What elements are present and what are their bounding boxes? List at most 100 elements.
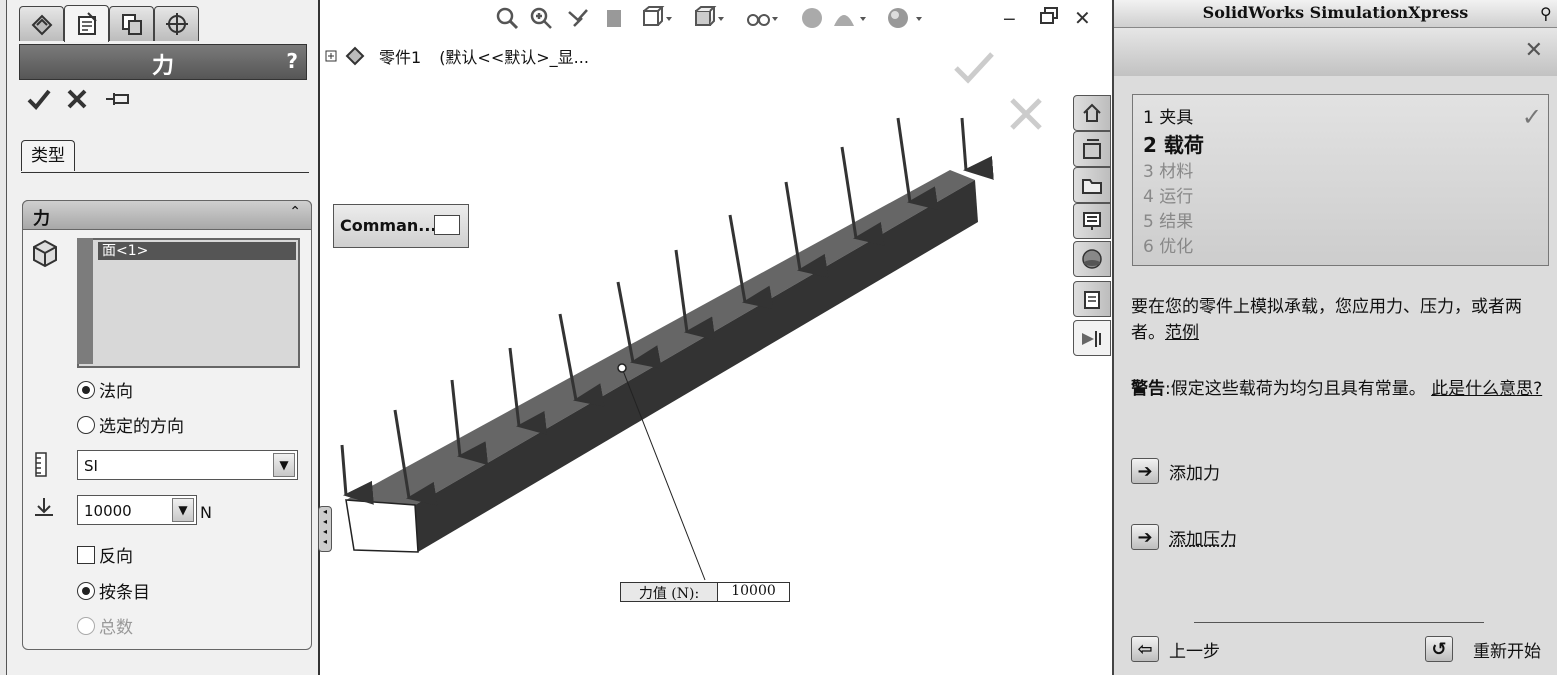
hide-show-icon[interactable] — [745, 6, 781, 35]
part-icon — [345, 46, 365, 66]
home-icon — [1083, 103, 1101, 122]
beam-end-face — [345, 499, 419, 553]
intro-text: 要在您的零件上模拟承载，您应用力、压力，或者两者。范例 — [1131, 294, 1551, 346]
help-button[interactable]: ? — [286, 49, 298, 73]
step-item[interactable]: 5 结果 — [1143, 207, 1193, 232]
back-label: 上一步 — [1169, 641, 1220, 662]
close-icon[interactable]: ✕ — [1525, 38, 1543, 63]
radio-button[interactable] — [77, 581, 95, 600]
force-unit: N — [200, 503, 212, 522]
list-item[interactable]: 面<1> — [98, 242, 296, 260]
configuration-icon — [121, 14, 142, 35]
chevron-down-icon[interactable]: ▼ — [172, 498, 194, 522]
add-force-label: 添加力 — [1169, 463, 1220, 484]
panel-splitter-handle[interactable]: ◂ ◂ ◂ ◂ — [318, 506, 332, 552]
close-icon[interactable]: ✕ — [1074, 6, 1091, 30]
left-edge — [0, 0, 7, 675]
step-item[interactable]: 1 夹具 — [1143, 103, 1193, 128]
radio-button[interactable] — [77, 380, 95, 399]
radio-label: 法向 — [99, 382, 133, 402]
radio-normal[interactable]: 法向 — [77, 377, 133, 402]
feature-tree-flyout[interactable]: 零件1 (默认<<默认>_显... — [325, 44, 589, 68]
callout-label: 力值 (N): — [621, 583, 718, 602]
display-style-icon[interactable] — [693, 6, 727, 35]
restart-label: 重新开始 — [1473, 641, 1541, 662]
tab-configuration-manager[interactable] — [109, 6, 154, 41]
step-label: 优化 — [1159, 237, 1194, 257]
expand-icon[interactable] — [325, 50, 337, 62]
task-pane-title: SolidWorks SimulationXpress — [1114, 0, 1557, 28]
step-number: 2 — [1143, 133, 1157, 157]
appearance-icon[interactable] — [800, 6, 824, 35]
simulation-icon — [1082, 331, 1101, 347]
ok-icon[interactable] — [26, 88, 52, 116]
unit-system-select[interactable]: SI ▼ — [77, 450, 298, 480]
force-value-input[interactable]: 10000 ▼ — [77, 495, 197, 525]
checkbox[interactable] — [77, 545, 95, 564]
radio-total[interactable]: 总数 — [77, 613, 133, 638]
add-pressure-label: 添加压力 — [1169, 529, 1237, 550]
tab-design-library[interactable] — [1073, 131, 1111, 167]
tab-feature-manager[interactable] — [19, 6, 64, 41]
reverse-checkbox[interactable]: 反向 — [77, 542, 133, 567]
step-list: 1 夹具 2 载荷 3 材料 4 运行 5 结果 6 优化 ✓ — [1132, 94, 1549, 266]
beam-top-face[interactable] — [346, 170, 975, 505]
group-header[interactable]: 力 ⌃ — [22, 200, 312, 230]
radio-per-item[interactable]: 按条目 — [77, 578, 150, 603]
add-pressure-button[interactable]: ➔ 添加压力 — [1131, 524, 1237, 550]
step-label: 载荷 — [1163, 133, 1204, 157]
scene-icon[interactable] — [830, 6, 870, 35]
what-is-this-link[interactable]: 此是什么意思? — [1431, 379, 1542, 399]
tab-simulationxpress[interactable] — [1073, 320, 1111, 356]
view-orientation-icon[interactable] — [641, 6, 675, 35]
chevron-up-icon[interactable]: ⌃ — [289, 204, 301, 220]
force-value-callout[interactable]: 力值 (N): 10000 — [620, 582, 790, 602]
pushpin-icon[interactable] — [104, 88, 134, 116]
minimize-icon[interactable]: ‒ — [1003, 6, 1016, 30]
zoom-area-icon[interactable] — [529, 6, 553, 35]
radio-selected-direction[interactable]: 选定的方向 — [77, 412, 184, 437]
search-icon[interactable]: ⚲ — [1540, 4, 1552, 23]
tab-view-palette[interactable] — [1073, 203, 1111, 239]
confirm-corner-ok-icon[interactable] — [952, 50, 996, 88]
callout-anchor[interactable] — [617, 363, 627, 373]
tab-file-explorer[interactable] — [1073, 167, 1111, 203]
sphere-icon — [1082, 249, 1102, 269]
divider — [21, 172, 309, 173]
previous-view-icon[interactable] — [566, 6, 590, 35]
warning-body: :假定这些载荷为均匀且具有常量。 — [1165, 379, 1426, 399]
radio-button[interactable] — [77, 415, 95, 434]
divider — [1194, 622, 1484, 623]
section-view-icon[interactable] — [602, 6, 626, 35]
radio-label: 按条目 — [99, 583, 150, 603]
back-button[interactable]: ⇦ 上一步 — [1131, 636, 1220, 662]
example-link[interactable]: 范例 — [1165, 323, 1199, 343]
tab-dim-xpert[interactable] — [154, 6, 199, 41]
feature-tree-icon — [31, 14, 52, 36]
arrow-right-icon: ➔ — [1131, 524, 1159, 550]
step-item[interactable]: 3 材料 — [1143, 157, 1193, 182]
step-item[interactable]: 4 运行 — [1143, 182, 1193, 207]
tab-appearances[interactable] — [1073, 241, 1111, 277]
view-settings-icon[interactable] — [886, 6, 926, 35]
group-title: 力 — [33, 209, 50, 229]
tab-custom-properties[interactable] — [1073, 281, 1111, 317]
library-icon — [1083, 139, 1101, 159]
step-item-current[interactable]: 2 载荷 — [1143, 129, 1204, 158]
tab-type[interactable]: 类型 — [21, 140, 75, 171]
restore-icon[interactable] — [1039, 6, 1059, 31]
tab-property-manager[interactable] — [64, 5, 109, 42]
part-name: 零件1 — [379, 48, 422, 67]
select-value: SI — [84, 457, 98, 475]
cancel-icon[interactable] — [66, 88, 88, 116]
tab-home[interactable] — [1073, 95, 1111, 131]
radio-button[interactable] — [77, 616, 95, 635]
add-force-button[interactable]: ➔ 添加力 — [1131, 458, 1220, 484]
restart-button[interactable]: ↺ 重新开始 — [1425, 636, 1541, 662]
force-icon — [33, 496, 55, 522]
chevron-down-icon[interactable]: ▼ — [273, 453, 295, 477]
beam-model[interactable] — [320, 100, 1020, 610]
step-item[interactable]: 6 优化 — [1143, 232, 1193, 257]
folder-icon — [1082, 179, 1102, 194]
zoom-to-fit-icon[interactable] — [495, 6, 519, 35]
